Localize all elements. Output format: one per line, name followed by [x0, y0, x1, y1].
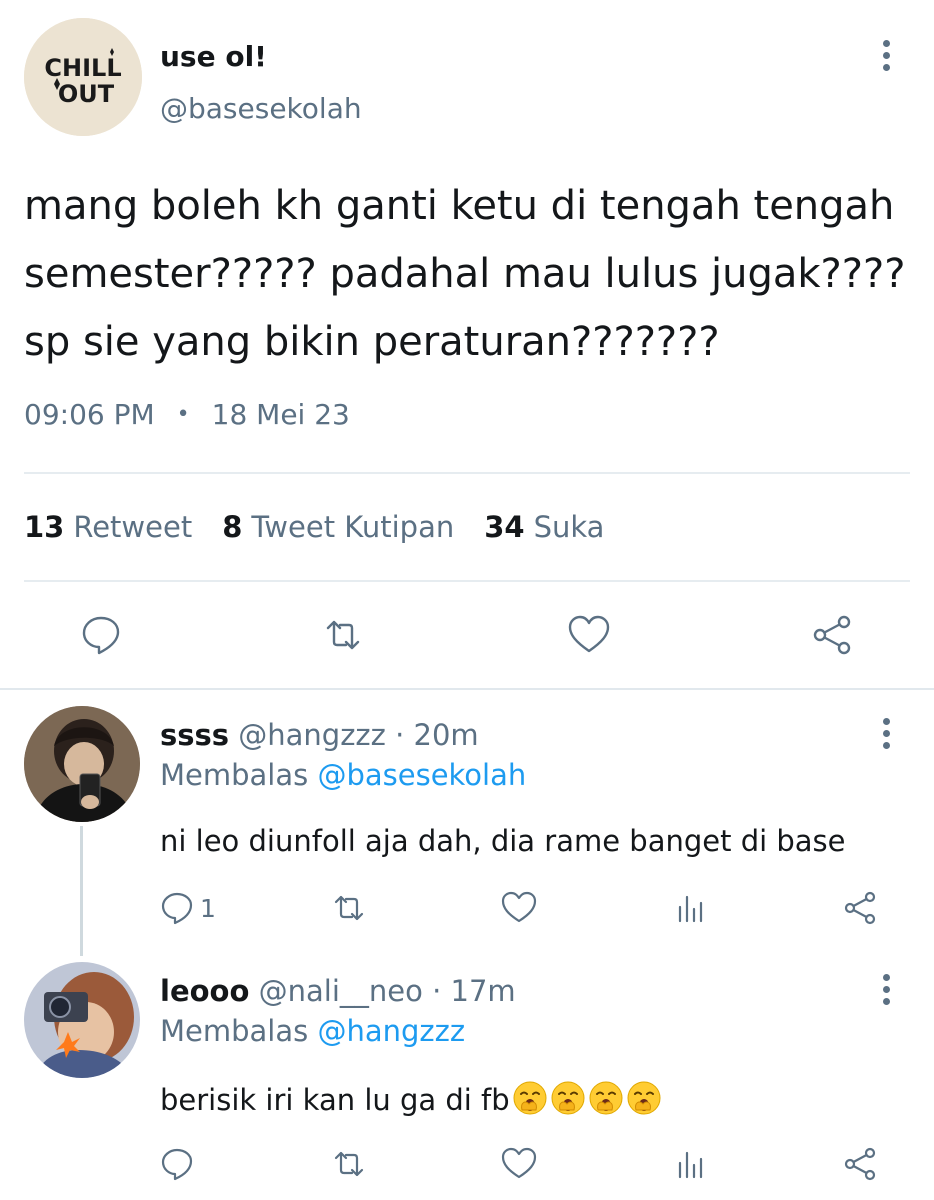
reply-button[interactable]: 1	[158, 888, 216, 928]
analytics-button[interactable]	[672, 888, 710, 928]
profile-photo	[24, 962, 140, 1078]
separator-dot: ·	[432, 974, 442, 1008]
tweet-timestamp[interactable]: 09:06 PM • 18 Mei 23	[24, 398, 350, 431]
quote-count: 8	[222, 510, 243, 544]
retweet-button[interactable]	[330, 888, 368, 928]
avatar[interactable]	[24, 706, 140, 822]
yawning-face-emoji	[589, 1081, 623, 1115]
like-icon	[501, 891, 537, 923]
like-button[interactable]	[500, 888, 538, 928]
divider	[24, 580, 910, 582]
reply-count: 1	[200, 893, 216, 923]
reply-tweet[interactable]: ssss @hangzzz · 20m Membalas @basesekola…	[0, 700, 934, 950]
replying-to: Membalas @basesekolah	[160, 758, 526, 792]
reply-text: ni leo diunfoll aja dah, dia rame banget…	[160, 824, 846, 858]
retweet-button[interactable]	[330, 1144, 368, 1184]
reply-header: leooo @nali__neo · 17m	[160, 974, 516, 1008]
tweet-date: 18 Mei 23	[211, 398, 350, 431]
reply-text-container: berisik iri kan lu ga di fb	[160, 1080, 662, 1117]
yawning-face-emoji	[627, 1081, 661, 1115]
tweet-text: mang boleh kh ganti ketu di tengah tenga…	[24, 172, 914, 376]
main-tweet: CHILL OUT use ol! @basesekolah mang bole…	[0, 0, 934, 690]
replying-prefix: Membalas	[160, 1014, 309, 1048]
reply-button[interactable]	[158, 1144, 200, 1184]
reply-display-name[interactable]: leooo	[160, 974, 249, 1008]
like-count-link[interactable]: 34 Suka	[484, 510, 604, 544]
reply-time[interactable]: 20m	[414, 718, 479, 752]
replying-prefix: Membalas	[160, 758, 309, 792]
profile-photo	[24, 706, 140, 822]
retweet-count: 13	[24, 510, 65, 544]
reply-time[interactable]: 17m	[451, 974, 516, 1008]
replying-to: Membalas @hangzzz	[160, 1014, 465, 1048]
emoji-group	[510, 1081, 662, 1117]
analytics-icon	[678, 895, 703, 923]
share-button[interactable]	[842, 1144, 880, 1184]
tweet-text-line: semester????? padahal mau lulus jugak???…	[24, 251, 906, 297]
tweet-time: 09:06 PM	[24, 398, 155, 431]
reply-tweet[interactable]: leooo @nali__neo · 17m Membalas @hangzzz…	[0, 958, 934, 1198]
share-button[interactable]	[842, 888, 880, 928]
analytics-icon	[678, 1151, 703, 1179]
share-icon	[844, 1147, 876, 1181]
tweet-text-line: sp sie yang bikin peraturan???????	[24, 319, 720, 365]
chill-out-logo: CHILL OUT	[24, 18, 142, 136]
analytics-button[interactable]	[672, 1144, 710, 1184]
like-icon[interactable]	[566, 612, 612, 658]
like-icon	[501, 1147, 537, 1179]
quote-count-link[interactable]: 8 Tweet Kutipan	[222, 510, 454, 544]
reply-text: berisik iri kan lu ga di fb	[160, 1083, 510, 1117]
tweet-text-line: mang boleh kh ganti ketu di tengah tenga…	[24, 183, 895, 229]
avatar[interactable]: CHILL OUT	[24, 18, 142, 136]
retweet-icon[interactable]	[320, 612, 366, 658]
reply-handle[interactable]: @hangzzz	[238, 718, 386, 752]
retweet-icon	[334, 1151, 364, 1177]
like-button[interactable]	[500, 1144, 538, 1184]
reply-icon	[161, 892, 193, 925]
reply-display-name[interactable]: ssss	[160, 718, 229, 752]
share-icon[interactable]	[810, 612, 856, 658]
replying-to-mention[interactable]: @hangzzz	[317, 1014, 465, 1048]
yawning-face-emoji	[513, 1081, 547, 1115]
retweet-icon	[334, 895, 364, 921]
tweet-stats: 13 Retweet 8 Tweet Kutipan 34 Suka	[24, 510, 634, 544]
like-count: 34	[484, 510, 525, 544]
handle[interactable]: @basesekolah	[160, 92, 362, 125]
more-options-icon[interactable]	[876, 718, 896, 758]
retweet-count-link[interactable]: 13 Retweet	[24, 510, 192, 544]
reply-icon[interactable]	[78, 612, 124, 658]
divider	[24, 472, 910, 474]
retweet-label: Retweet	[73, 510, 193, 544]
separator-dot: •	[176, 402, 190, 427]
separator-dot: ·	[395, 718, 405, 752]
more-options-icon[interactable]	[876, 974, 896, 1014]
reply-handle[interactable]: @nali__neo	[259, 974, 423, 1008]
reply-header: ssss @hangzzz · 20m	[160, 718, 479, 752]
svg-text:OUT: OUT	[58, 80, 115, 108]
like-label: Suka	[533, 510, 605, 544]
section-divider	[0, 688, 934, 690]
reply-action-bar	[0, 1144, 934, 1184]
display-name[interactable]: use ol!	[160, 40, 267, 73]
quote-label: Tweet Kutipan	[251, 510, 455, 544]
svg-text:CHILL: CHILL	[44, 54, 121, 82]
replying-to-mention[interactable]: @basesekolah	[317, 758, 526, 792]
tweet-action-bar	[0, 612, 934, 658]
avatar[interactable]	[24, 962, 140, 1078]
reply-action-bar: 1	[0, 888, 934, 928]
reply-icon	[161, 1148, 193, 1181]
more-options-icon[interactable]	[876, 40, 896, 80]
share-icon	[844, 891, 876, 925]
yawning-face-emoji	[551, 1081, 585, 1115]
